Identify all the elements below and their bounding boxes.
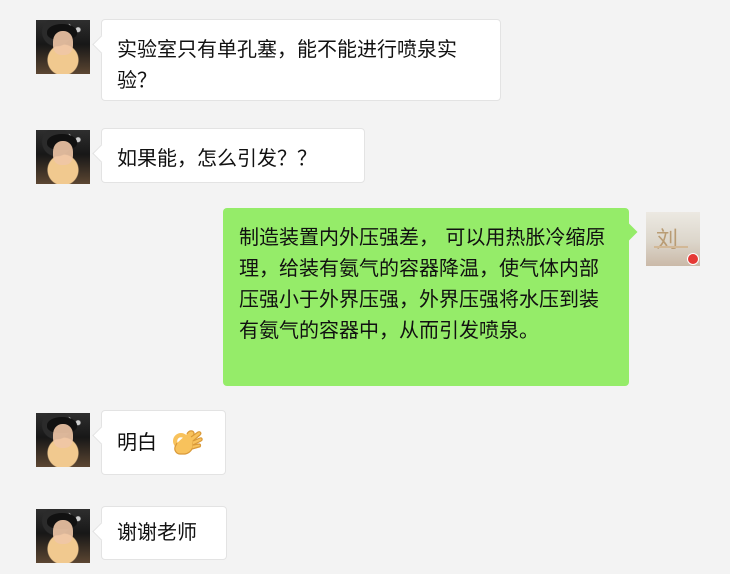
message-text: 谢谢老师 xyxy=(117,520,197,544)
student-avatar[interactable] xyxy=(36,509,90,563)
incoming-message-bubble[interactable]: 谢谢老师 xyxy=(101,506,227,560)
chat-message-5: 谢谢老师 xyxy=(0,0,730,574)
